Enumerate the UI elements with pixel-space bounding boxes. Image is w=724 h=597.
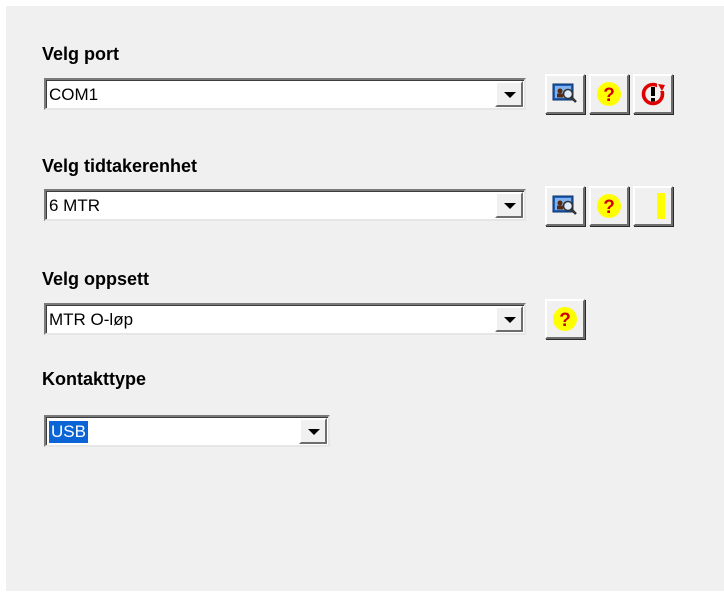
help-unit-button[interactable]: ? (589, 186, 629, 226)
port-dropdown-button[interactable] (495, 81, 523, 107)
setup-select-value: MTR O-løp (49, 310, 134, 329)
chevron-down-icon (504, 317, 516, 323)
search-device-icon (552, 195, 577, 215)
settings-panel: Velg port COM1 ? Velg tidtakerenhet 6 MT… (6, 6, 724, 591)
chevron-down-icon (504, 92, 516, 98)
setup-dropdown-button[interactable] (495, 306, 523, 332)
question-mark-icon: ? (597, 194, 621, 218)
question-mark-icon: ? (597, 82, 621, 106)
svg-text:?: ? (603, 85, 615, 106)
unit-label: Velg tidtakerenhet (42, 156, 198, 176)
setup-select[interactable]: MTR O-løp (44, 303, 526, 335)
help-setup-button[interactable]: ? (545, 299, 585, 339)
find-unit-button[interactable] (545, 186, 585, 226)
contact-type-dropdown-button[interactable] (299, 418, 327, 444)
unit-status-button[interactable] (633, 186, 673, 226)
search-device-icon (552, 83, 577, 103)
unit-select[interactable]: 6 MTR (44, 189, 526, 221)
unit-dropdown-button[interactable] (495, 192, 523, 218)
question-mark-icon: ? (553, 307, 577, 331)
svg-text:?: ? (559, 310, 571, 331)
chevron-down-icon (504, 203, 516, 209)
port-label: Velg port (42, 44, 120, 64)
status-indicator-icon (657, 193, 665, 219)
reset-port-button[interactable] (633, 74, 673, 114)
setup-label: Velg oppsett (42, 269, 150, 289)
port-select[interactable]: COM1 (44, 78, 526, 110)
svg-text:?: ? (603, 197, 615, 218)
contact-type-select[interactable]: USB (44, 415, 330, 447)
contact-type-label: Kontakttype (42, 369, 147, 389)
reset-icon (641, 82, 665, 106)
help-port-button[interactable]: ? (589, 74, 629, 114)
unit-select-value: 6 MTR (49, 196, 100, 215)
contact-type-select-value: USB (49, 421, 88, 443)
find-port-button[interactable] (545, 74, 585, 114)
chevron-down-icon (308, 429, 320, 435)
port-select-value: COM1 (49, 85, 99, 104)
